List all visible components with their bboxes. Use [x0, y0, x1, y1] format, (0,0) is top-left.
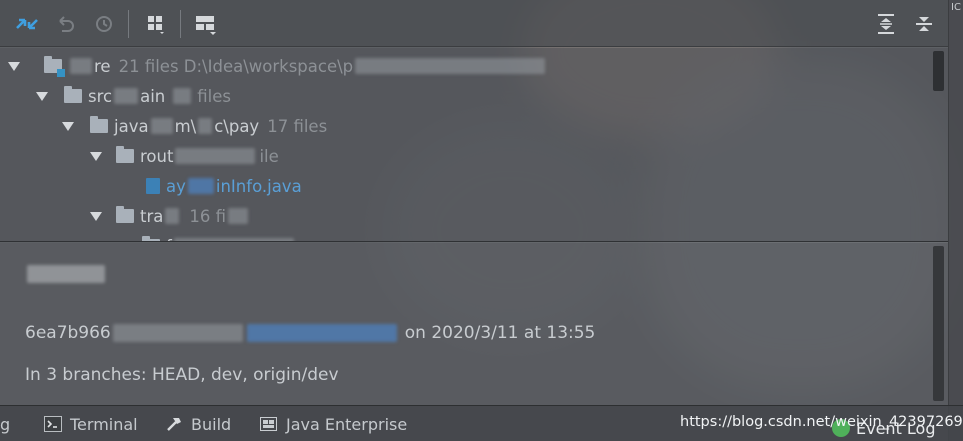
tree-scrollbar[interactable] [933, 51, 944, 91]
group-by-icon[interactable] [142, 10, 170, 38]
tree-row-java[interactable]: java m\ c\pay 17 files [62, 111, 327, 141]
chevron-down-icon[interactable] [8, 61, 20, 71]
expand-all-icon[interactable] [874, 10, 898, 38]
commit-line: 6ea7b966 on 2020/3/11 at 13:55 [25, 323, 595, 343]
folder-icon [142, 236, 160, 241]
tree-row-partial[interactable]: f [116, 231, 296, 243]
java-enterprise-icon [260, 416, 278, 432]
tree-row-root[interactable]: re 21 files D:\Idea\workspace\p [8, 51, 547, 81]
java-file-icon [146, 178, 160, 194]
chevron-down-icon[interactable] [90, 151, 102, 161]
commit-author [25, 265, 107, 283]
commit-date: on 2020/3/11 at 13:55 [404, 323, 596, 343]
right-edge-strip [948, 0, 963, 441]
chevron-down-icon[interactable] [116, 242, 128, 243]
folder-icon [90, 116, 108, 133]
watermark: https://blog.csdn.net/weixin_42397269 [680, 414, 963, 430]
tree-row-src[interactable]: src ain files [36, 81, 231, 111]
folder-icon [44, 56, 65, 77]
commit-branches: In 3 branches: HEAD, dev, origin/dev [25, 365, 339, 385]
terminal-icon [44, 416, 62, 432]
chevron-down-icon[interactable] [90, 211, 102, 221]
undo-icon[interactable] [54, 10, 78, 38]
chevron-down-icon[interactable] [36, 91, 48, 101]
chevron-down-icon[interactable] [62, 121, 74, 131]
tool-tab-terminal[interactable]: Terminal [44, 406, 138, 441]
folder-icon [64, 86, 82, 103]
commit-details-panel: 6ea7b966 on 2020/3/11 at 13:55 In 3 bran… [0, 243, 948, 405]
details-scrollbar[interactable] [933, 246, 944, 401]
tree-row-tra[interactable]: tra 16 fi [90, 201, 250, 231]
commit-hash[interactable]: 6ea7b966 [25, 323, 111, 343]
folder-icon [116, 206, 134, 223]
tree-row-rout[interactable]: rout ile [90, 141, 279, 171]
refresh-icon[interactable] [92, 10, 116, 38]
changes-toolbar [0, 0, 948, 47]
tree-row-java-file[interactable]: ay inInfo.java [146, 171, 302, 201]
folder-icon [116, 146, 134, 163]
changed-files-tree: re 21 files D:\Idea\workspace\p src ain … [0, 48, 948, 242]
layout-icon[interactable] [192, 10, 220, 38]
tool-window-bar: g Terminal Build Java Enterprise Event L… [0, 405, 963, 441]
tool-tab-java-enterprise[interactable]: Java Enterprise [260, 406, 407, 441]
tool-tab-build[interactable]: Build [165, 406, 231, 441]
edge-label: IC [951, 2, 961, 13]
collapse-all-icon[interactable] [912, 10, 936, 38]
tool-tab-cut[interactable]: g [0, 406, 10, 441]
expand-changes-icon[interactable] [12, 10, 42, 38]
hammer-icon [165, 416, 183, 432]
